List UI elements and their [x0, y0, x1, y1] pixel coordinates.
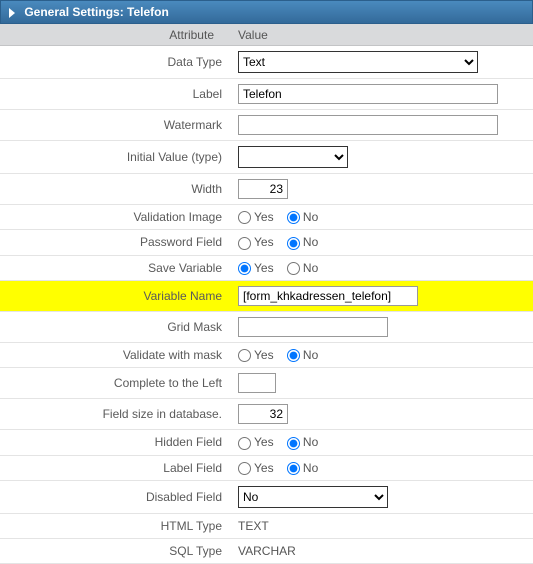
- row-disabled-field: Disabled Field No: [0, 480, 533, 513]
- password-field-no-radio[interactable]: [287, 237, 300, 250]
- row-label-field: Label Field Yes No: [0, 455, 533, 480]
- settings-table: Data Type Text Label Watermark Initial V…: [0, 46, 533, 564]
- column-headers: Attribute Value: [0, 24, 533, 46]
- watermark-input[interactable]: [238, 115, 498, 135]
- hidden-field-no-radio[interactable]: [287, 437, 300, 450]
- save-variable-no-radio[interactable]: [287, 262, 300, 275]
- row-initial-value: Initial Value (type): [0, 141, 533, 174]
- row-validate-with-mask: Validate with mask Yes No: [0, 342, 533, 367]
- row-variable-name: Variable Name: [0, 280, 533, 311]
- row-validation-image: Validation Image Yes No: [0, 205, 533, 230]
- label-grid-mask: Grid Mask: [0, 311, 230, 342]
- initial-value-select[interactable]: [238, 146, 348, 168]
- password-field-yes-label[interactable]: Yes: [238, 235, 274, 249]
- column-header-attribute: Attribute: [0, 28, 230, 42]
- save-variable-yes-label[interactable]: Yes: [238, 261, 274, 275]
- password-field-no-label[interactable]: No: [287, 235, 318, 249]
- validate-mask-no-radio[interactable]: [287, 349, 300, 362]
- label-html-type: HTML Type: [0, 513, 230, 538]
- row-label: Label: [0, 79, 533, 110]
- field-size-input[interactable]: [238, 404, 288, 424]
- sql-type-value: VARCHAR: [230, 538, 533, 563]
- validate-mask-yes-radio[interactable]: [238, 349, 251, 362]
- hidden-field-no-label[interactable]: No: [287, 435, 318, 449]
- row-hidden-field: Hidden Field Yes No: [0, 430, 533, 455]
- label-validate-with-mask: Validate with mask: [0, 342, 230, 367]
- row-data-type: Data Type Text: [0, 46, 533, 79]
- validate-mask-no-label[interactable]: No: [287, 348, 318, 362]
- panel-header: General Settings: Telefon: [0, 0, 533, 24]
- label-input[interactable]: [238, 84, 498, 104]
- hidden-field-yes-radio[interactable]: [238, 437, 251, 450]
- disabled-field-select[interactable]: No: [238, 486, 388, 508]
- label-data-type: Data Type: [0, 46, 230, 79]
- validation-image-yes-radio[interactable]: [238, 211, 251, 224]
- panel-title: General Settings: Telefon: [24, 5, 168, 19]
- label-password-field: Password Field: [0, 230, 230, 255]
- label-field-yes-label[interactable]: Yes: [238, 461, 274, 475]
- label-complete-left: Complete to the Left: [0, 368, 230, 399]
- row-password-field: Password Field Yes No: [0, 230, 533, 255]
- hidden-field-yes-label[interactable]: Yes: [238, 435, 274, 449]
- validation-image-no-radio[interactable]: [287, 211, 300, 224]
- validation-image-yes-label[interactable]: Yes: [238, 210, 274, 224]
- label-save-variable: Save Variable: [0, 255, 230, 280]
- variable-name-input[interactable]: [238, 286, 418, 306]
- label-disabled-field: Disabled Field: [0, 480, 230, 513]
- html-type-value: TEXT: [230, 513, 533, 538]
- label-field-no-radio[interactable]: [287, 462, 300, 475]
- complete-left-input[interactable]: [238, 373, 276, 393]
- password-field-yes-radio[interactable]: [238, 237, 251, 250]
- label-validation-image: Validation Image: [0, 205, 230, 230]
- row-complete-left: Complete to the Left: [0, 368, 533, 399]
- label-label: Label: [0, 79, 230, 110]
- save-variable-yes-radio[interactable]: [238, 262, 251, 275]
- row-html-type: HTML Type TEXT: [0, 513, 533, 538]
- label-field-no-label[interactable]: No: [287, 461, 318, 475]
- label-sql-type: SQL Type: [0, 538, 230, 563]
- width-input[interactable]: [238, 179, 288, 199]
- validate-mask-yes-label[interactable]: Yes: [238, 348, 274, 362]
- validation-image-no-label[interactable]: No: [287, 210, 318, 224]
- label-field-size: Field size in database.: [0, 399, 230, 430]
- row-sql-type: SQL Type VARCHAR: [0, 538, 533, 563]
- label-field-yes-radio[interactable]: [238, 462, 251, 475]
- row-watermark: Watermark: [0, 110, 533, 141]
- label-hidden-field: Hidden Field: [0, 430, 230, 455]
- data-type-select[interactable]: Text: [238, 51, 478, 73]
- grid-mask-input[interactable]: [238, 317, 388, 337]
- save-variable-no-label[interactable]: No: [287, 261, 318, 275]
- label-width: Width: [0, 174, 230, 205]
- label-variable-name: Variable Name: [0, 280, 230, 311]
- label-initial-value: Initial Value (type): [0, 141, 230, 174]
- label-label-field: Label Field: [0, 455, 230, 480]
- row-width: Width: [0, 174, 533, 205]
- column-header-value: Value: [230, 28, 533, 42]
- row-field-size: Field size in database.: [0, 399, 533, 430]
- row-grid-mask: Grid Mask: [0, 311, 533, 342]
- disclosure-triangle-icon[interactable]: [9, 8, 15, 18]
- row-save-variable: Save Variable Yes No: [0, 255, 533, 280]
- label-watermark: Watermark: [0, 110, 230, 141]
